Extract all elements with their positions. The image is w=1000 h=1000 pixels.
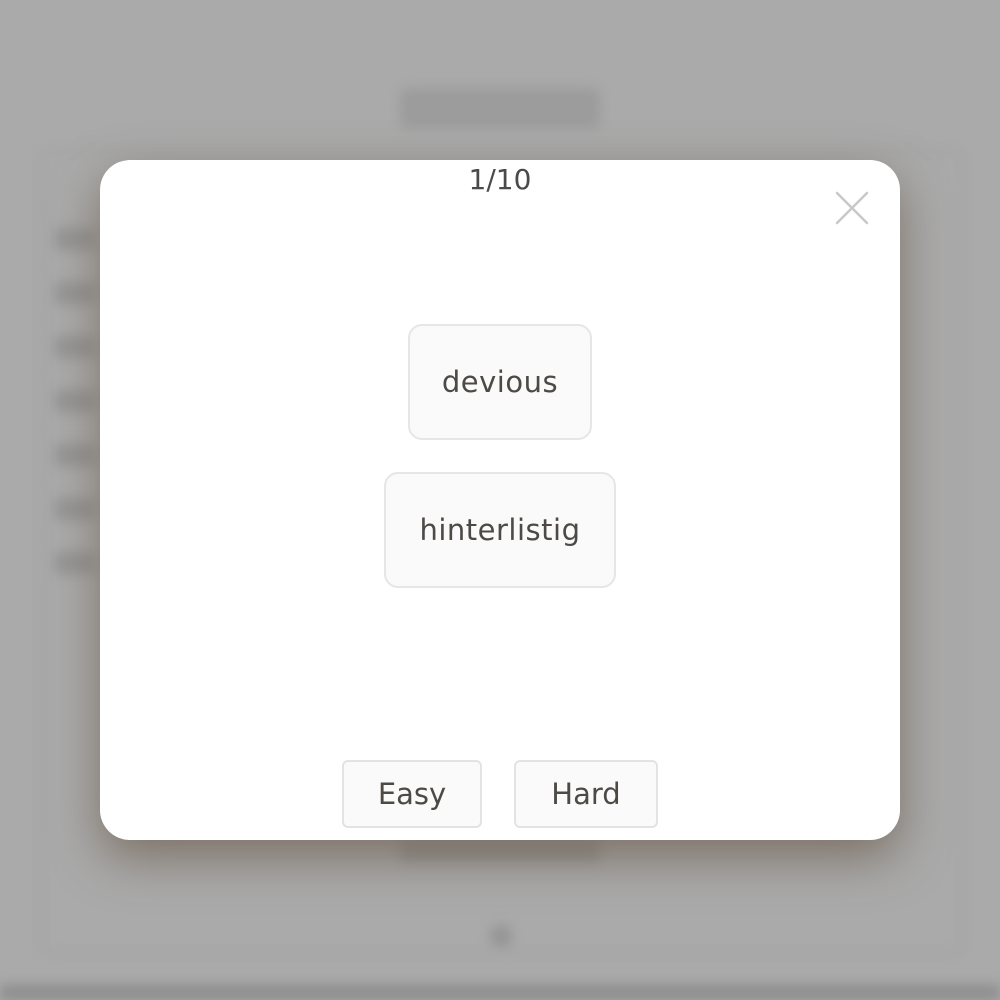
background-row — [55, 444, 95, 466]
background-footer — [0, 985, 1000, 1000]
easy-button[interactable]: Easy — [342, 760, 482, 828]
background-text — [400, 840, 600, 862]
flashcard-front-text: devious — [441, 365, 559, 399]
close-button[interactable] — [830, 186, 874, 230]
flashcard-front[interactable]: devious — [408, 324, 592, 440]
flashcard-back-text: hinterlistig — [419, 513, 581, 547]
background-row — [55, 228, 95, 250]
background-title — [400, 88, 600, 128]
hard-button[interactable]: Hard — [514, 760, 658, 828]
background-row — [55, 552, 95, 574]
background-row — [55, 336, 95, 358]
flashcard-back[interactable]: hinterlistig — [384, 472, 616, 588]
close-icon — [835, 191, 869, 225]
background-row — [55, 282, 95, 304]
background-row — [55, 498, 95, 520]
background-row — [55, 390, 95, 412]
background-dot — [490, 925, 512, 947]
